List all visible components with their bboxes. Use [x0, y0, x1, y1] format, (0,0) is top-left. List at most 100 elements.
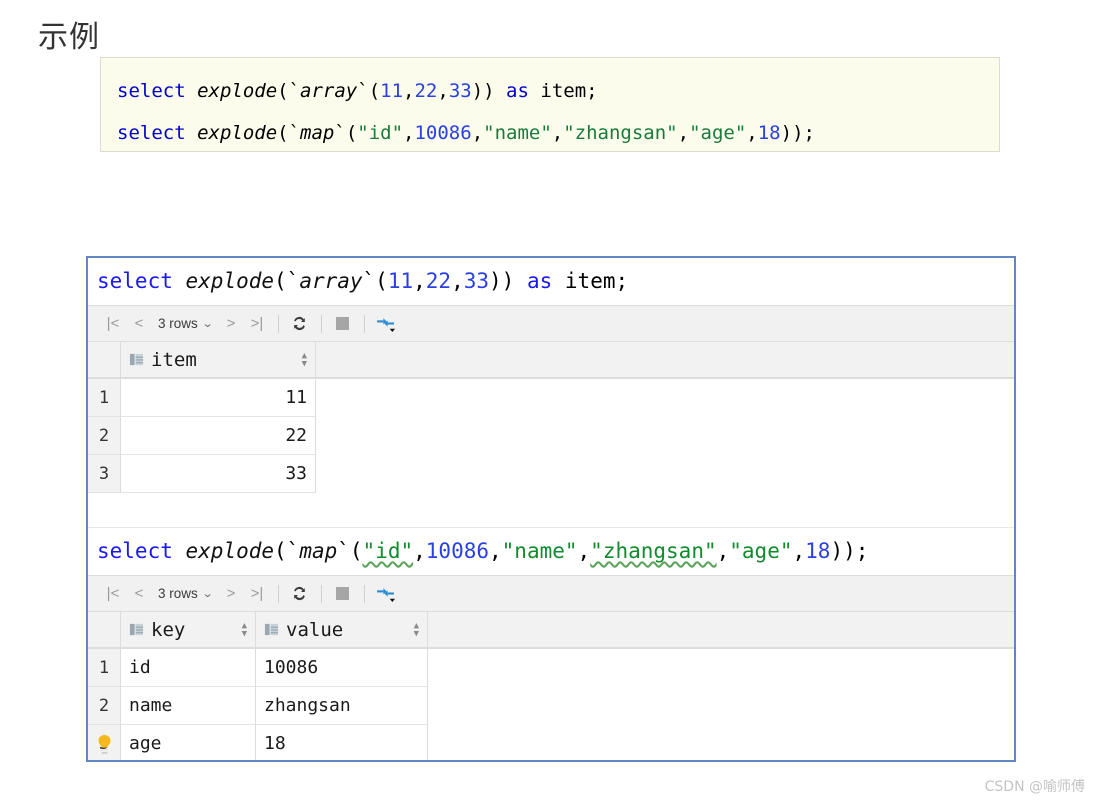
results-grid-1: item ▲ ▼ 1 11 2 22 3 33	[88, 342, 1014, 493]
sql-keyword-as: as	[526, 269, 553, 293]
grid-header-filler	[316, 342, 1014, 378]
column-header-item[interactable]: item ▲ ▼	[121, 342, 316, 378]
grid-header-filler	[428, 612, 1014, 648]
sql-keyword-select: select	[117, 80, 186, 102]
refresh-icon[interactable]	[287, 311, 313, 337]
sql-punct-backtick-paren: `(	[337, 539, 363, 563]
row-number: 1	[88, 379, 121, 417]
transpose-icon-svg	[377, 318, 396, 332]
table-row[interactable]: 1 11	[88, 379, 1014, 417]
table-cell-item[interactable]: 33	[121, 455, 316, 493]
sql-number-22: 22	[425, 269, 452, 293]
stop-icon[interactable]	[330, 311, 356, 337]
row-count-dropdown[interactable]: 3 rows ⌄	[152, 316, 218, 331]
next-page-icon[interactable]: >	[218, 581, 244, 607]
sql-punct-backtick-paren: `(	[334, 122, 358, 144]
refresh-icon[interactable]	[287, 581, 313, 607]
table-cell-key[interactable]: name	[121, 687, 256, 725]
row-number: 1	[88, 649, 121, 687]
results-toolbar-2: |< < 3 rows ⌄ > >|	[88, 575, 1014, 612]
prev-page-icon[interactable]: <	[126, 581, 152, 607]
first-page-icon[interactable]: |<	[100, 311, 126, 337]
sql-keyword-select: select	[97, 539, 173, 563]
sql-type-array: array	[299, 269, 363, 293]
results-grid-1-header-row: item ▲ ▼	[88, 342, 1014, 379]
table-row[interactable]: 3 33	[88, 455, 1014, 493]
column-header-item-label: item	[151, 348, 197, 371]
toolbar-separator	[363, 584, 365, 603]
code-block-line-1: select explode(`array`(11,22,33)) as ite…	[117, 70, 983, 112]
sql-string-zhangsan: "zhangsan"	[563, 122, 678, 144]
table-cell-value[interactable]: 10086	[256, 649, 428, 687]
stop-square	[336, 587, 350, 600]
grid-row-filler	[316, 417, 1014, 455]
table-column-icon	[129, 623, 144, 636]
grid-row-filler	[428, 725, 1014, 760]
sort-indicator-icon[interactable]: ▲ ▼	[414, 621, 419, 638]
table-row[interactable]: 1 id 10086	[88, 649, 1014, 687]
sort-indicator-icon[interactable]: ▲ ▼	[242, 621, 247, 638]
sql-punct-close: ));	[830, 539, 869, 563]
table-cell-value[interactable]: zhangsan	[256, 687, 428, 725]
sql-number-10086: 10086	[425, 539, 489, 563]
editor-query-1[interactable]: select explode(`array`(11,22,33)) as ite…	[88, 258, 1014, 305]
row-number: 2	[88, 687, 121, 725]
sql-comma-2: ,	[451, 269, 464, 293]
table-cell-value[interactable]: 18	[256, 725, 428, 760]
table-row[interactable]: 2 22	[88, 417, 1014, 455]
sql-number-22: 22	[414, 80, 438, 102]
sql-comma-3: ,	[551, 122, 564, 144]
row-count-dropdown[interactable]: 3 rows ⌄	[152, 586, 218, 601]
lightbulb-icon[interactable]	[94, 733, 115, 757]
sql-punct-open: (`	[274, 539, 300, 563]
sql-number-10086: 10086	[414, 122, 472, 144]
table-row[interactable]: 3 age 18	[88, 725, 1014, 760]
sql-punct-open: (`	[277, 80, 301, 102]
stop-icon[interactable]	[330, 581, 356, 607]
table-cell-key[interactable]: age	[121, 725, 256, 760]
results-section-separator	[88, 493, 1014, 528]
code-block-line-2: select explode(`map`("id",10086,"name","…	[117, 112, 983, 154]
row-count-label: 3 rows	[158, 316, 198, 331]
transpose-icon[interactable]	[373, 311, 399, 337]
row-number-header	[88, 612, 121, 648]
sql-number-18: 18	[805, 539, 831, 563]
sql-comma-1: ,	[403, 80, 415, 102]
refresh-icon-svg	[294, 586, 306, 601]
sql-comma-2: ,	[437, 80, 449, 102]
sql-number-11: 11	[387, 269, 414, 293]
prev-page-icon[interactable]: <	[126, 311, 152, 337]
table-cell-key[interactable]: id	[121, 649, 256, 687]
row-count-label: 3 rows	[158, 586, 198, 601]
last-page-icon[interactable]: >|	[244, 581, 270, 607]
sql-punct-backtick-paren: `(	[362, 269, 388, 293]
grid-row-filler	[316, 379, 1014, 417]
sql-comma-5: ,	[792, 539, 806, 563]
sql-number-18: 18	[757, 122, 781, 144]
sql-number-33: 33	[448, 80, 472, 102]
column-header-key[interactable]: key ▲ ▼	[121, 612, 256, 648]
sort-indicator-icon[interactable]: ▲ ▼	[302, 351, 307, 368]
sql-string-name: "name"	[501, 539, 578, 563]
last-page-icon[interactable]: >|	[244, 311, 270, 337]
sql-function-explode: explode	[185, 80, 278, 102]
editor-query-2[interactable]: select explode(`map`("id",10086,"name","…	[88, 528, 1014, 575]
sql-function-explode: explode	[172, 269, 275, 293]
table-cell-item[interactable]: 22	[121, 417, 316, 455]
table-row[interactable]: 2 name zhangsan	[88, 687, 1014, 725]
table-cell-item[interactable]: 11	[121, 379, 316, 417]
table-column-icon	[129, 353, 144, 366]
transpose-icon[interactable]	[373, 581, 399, 607]
sql-keyword-as: as	[506, 80, 529, 102]
sql-comma-1: ,	[413, 539, 426, 563]
column-header-value[interactable]: value ▲ ▼	[256, 612, 428, 648]
code-block: select explode(`array`(11,22,33)) as ite…	[100, 57, 1000, 152]
next-page-icon[interactable]: >	[218, 311, 244, 337]
grid-row-filler	[428, 649, 1014, 687]
first-page-icon[interactable]: |<	[100, 581, 126, 607]
grid-row-filler	[316, 455, 1014, 493]
sql-type-array: array	[300, 80, 358, 102]
results-grid-2-header-row: key ▲ ▼ value ▲ ▼	[88, 612, 1014, 649]
stop-square	[336, 317, 350, 330]
sql-punct-backtick-paren: `(	[357, 80, 381, 102]
